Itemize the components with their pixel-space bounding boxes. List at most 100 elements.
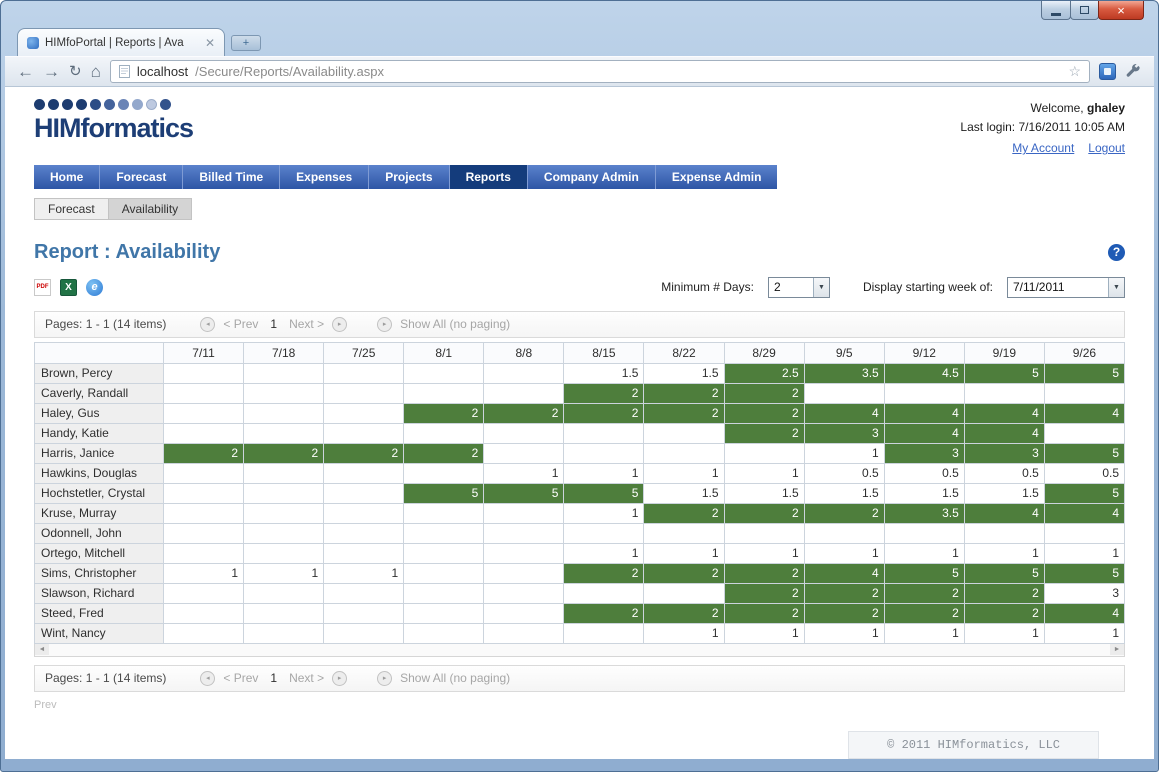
availability-cell: 2 — [164, 443, 244, 463]
sub-nav: ForecastAvailability — [34, 198, 1125, 220]
url-host: localhost — [137, 64, 188, 79]
week-select[interactable]: 7/11/2011▼ — [1007, 277, 1125, 298]
new-tab-button[interactable]: + — [231, 35, 261, 51]
home-icon[interactable]: ⌂ — [91, 63, 101, 80]
prev-page-link[interactable]: < Prev — [223, 317, 258, 331]
availability-cell: 2 — [564, 403, 644, 423]
close-button[interactable]: × — [1098, 1, 1144, 20]
availability-cell: 5 — [1044, 483, 1124, 503]
show-all-icon[interactable]: ▸ — [377, 671, 392, 686]
nav-item-expense-admin[interactable]: Expense Admin — [656, 165, 778, 189]
availability-cell: 2 — [884, 603, 964, 623]
status-text: Prev — [34, 699, 1125, 711]
logout-link[interactable]: Logout — [1088, 139, 1125, 158]
availability-cell: 1 — [724, 543, 804, 563]
minimize-button[interactable] — [1041, 1, 1071, 20]
wrench-icon[interactable] — [1125, 63, 1142, 80]
nav-item-forecast[interactable]: Forecast — [100, 165, 183, 189]
prev-page-icon[interactable]: ◂ — [200, 317, 215, 332]
availability-cell — [404, 583, 484, 603]
tab-close-icon[interactable]: ✕ — [205, 36, 215, 50]
availability-cell: 1 — [324, 563, 404, 583]
paging-bar-top: Pages: 1 - 1 (14 items) ◂ < Prev 1 Next … — [34, 311, 1125, 338]
column-header-9-19: 9/19 — [964, 342, 1044, 363]
export-web-icon[interactable]: e — [86, 279, 103, 296]
nav-item-expenses[interactable]: Expenses — [280, 165, 369, 189]
help-icon[interactable]: ? — [1108, 244, 1125, 261]
nav-item-projects[interactable]: Projects — [369, 165, 449, 189]
availability-cell: 1.5 — [724, 483, 804, 503]
employee-name-cell: Wint, Nancy — [35, 623, 164, 643]
scroll-right-icon[interactable]: ► — [1110, 644, 1124, 655]
availability-cell: 0.5 — [1044, 463, 1124, 483]
availability-cell — [884, 383, 964, 403]
availability-cell: 1.5 — [564, 363, 644, 383]
address-bar[interactable]: localhost/Secure/Reports/Availability.as… — [110, 60, 1090, 83]
availability-cell: 2 — [404, 443, 484, 463]
availability-cell: 1 — [964, 623, 1044, 643]
availability-cell: 5 — [964, 563, 1044, 583]
next-page-link[interactable]: Next > — [289, 671, 324, 685]
show-all-link[interactable]: Show All (no paging) — [400, 671, 510, 685]
current-page[interactable]: 1 — [270, 317, 277, 331]
table-row: Caverly, Randall222 — [35, 383, 1125, 403]
paging-bar-bottom: Pages: 1 - 1 (14 items) ◂ < Prev 1 Next … — [34, 665, 1125, 692]
bookmark-star-icon[interactable]: ☆ — [1068, 63, 1081, 80]
nav-item-company-admin[interactable]: Company Admin — [528, 165, 656, 189]
availability-cell — [884, 523, 964, 543]
availability-cell: 0.5 — [964, 463, 1044, 483]
column-header-7-25: 7/25 — [324, 342, 404, 363]
prev-page-icon[interactable]: ◂ — [200, 671, 215, 686]
nav-item-home[interactable]: Home — [34, 165, 100, 189]
refresh-icon[interactable]: ↻ — [69, 64, 82, 79]
subtab-availability[interactable]: Availability — [108, 198, 192, 220]
window-controls: × — [1042, 1, 1144, 20]
prev-page-link[interactable]: < Prev — [223, 671, 258, 685]
current-page[interactable]: 1 — [270, 671, 277, 685]
availability-cell: 2 — [244, 443, 324, 463]
horizontal-scrollbar[interactable]: ◄ ► — [34, 644, 1125, 657]
my-account-link[interactable]: My Account — [1012, 139, 1074, 158]
maximize-button[interactable] — [1070, 1, 1099, 20]
availability-cell: 4 — [804, 403, 884, 423]
next-page-icon[interactable]: ▸ — [332, 671, 347, 686]
availability-cell: 4 — [964, 403, 1044, 423]
availability-cell: 3 — [804, 423, 884, 443]
availability-cell: 1 — [564, 543, 644, 563]
nav-item-reports[interactable]: Reports — [450, 165, 528, 189]
availability-cell: 1 — [164, 563, 244, 583]
availability-cell — [244, 483, 324, 503]
availability-cell — [484, 543, 564, 563]
column-header-8-8: 8/8 — [484, 342, 564, 363]
chevron-down-icon: ▼ — [813, 278, 829, 297]
availability-cell — [164, 463, 244, 483]
site-header: HIMformatics Welcome, ghaley Last login:… — [34, 99, 1125, 158]
scroll-left-icon[interactable]: ◄ — [35, 644, 49, 655]
week-value: 7/11/2011 — [1008, 280, 1070, 294]
min-days-select[interactable]: 2▼ — [768, 277, 830, 298]
nav-item-billed-time[interactable]: Billed Time — [183, 165, 280, 189]
welcome-label: Welcome, — [1031, 101, 1087, 115]
browser-tab[interactable]: HIMfoPortal | Reports | Ava ✕ — [17, 28, 225, 56]
availability-cell — [484, 623, 564, 643]
subtab-forecast[interactable]: Forecast — [34, 198, 109, 220]
extension-icon[interactable] — [1099, 63, 1116, 80]
export-pdf-icon[interactable]: PDF — [34, 279, 51, 296]
availability-cell — [244, 583, 324, 603]
availability-cell — [324, 463, 404, 483]
availability-cell: 4 — [804, 563, 884, 583]
availability-cell — [404, 503, 484, 523]
next-page-link[interactable]: Next > — [289, 317, 324, 331]
availability-cell: 1 — [804, 443, 884, 463]
forward-icon[interactable]: → — [43, 63, 60, 80]
export-excel-icon[interactable]: X — [60, 279, 77, 296]
availability-cell: 1 — [564, 503, 644, 523]
show-all-link[interactable]: Show All (no paging) — [400, 317, 510, 331]
next-page-icon[interactable]: ▸ — [332, 317, 347, 332]
show-all-icon[interactable]: ▸ — [377, 317, 392, 332]
back-icon[interactable]: ← — [17, 63, 34, 80]
employee-name-cell: Sims, Christopher — [35, 563, 164, 583]
name-column-header — [35, 342, 164, 363]
availability-cell: 2 — [644, 383, 724, 403]
scrollbar-track[interactable] — [49, 644, 1110, 656]
